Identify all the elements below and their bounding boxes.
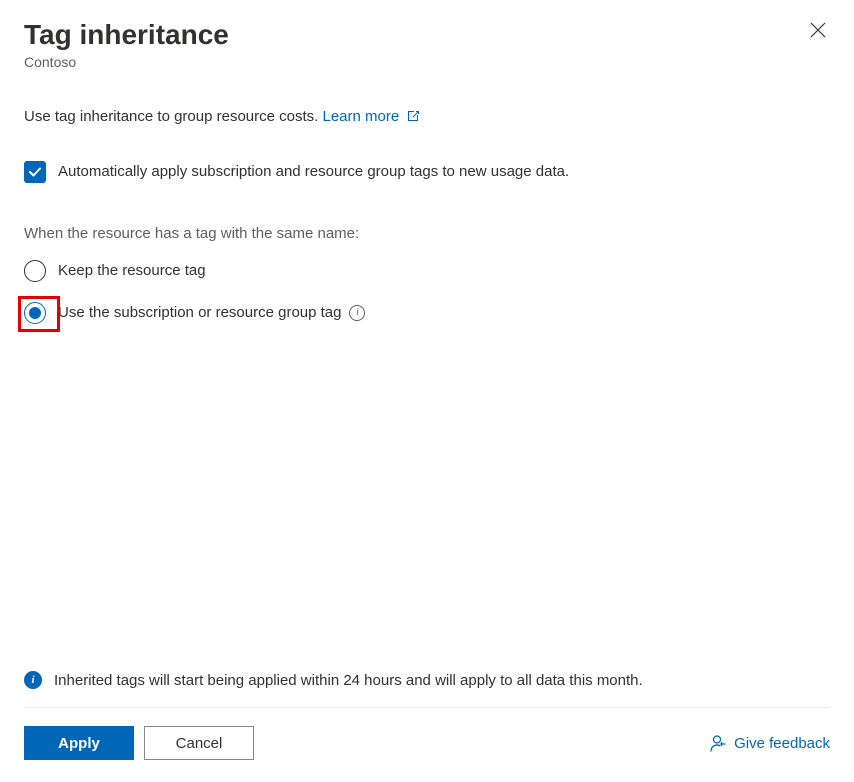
page-subtitle: Contoso	[24, 54, 229, 70]
radio-heading: When the resource has a tag with the sam…	[24, 225, 830, 242]
radio-option-use-subscription[interactable]: Use the subscription or resource group t…	[24, 302, 830, 324]
external-link-icon	[405, 108, 421, 124]
page-title: Tag inheritance	[24, 18, 229, 52]
close-icon	[810, 22, 826, 38]
description-text: Use tag inheritance to group resource co…	[24, 108, 830, 125]
info-circle-icon: i	[24, 671, 42, 689]
info-bar: i Inherited tags will start being applie…	[24, 661, 830, 699]
auto-apply-checkbox-row[interactable]: Automatically apply subscription and res…	[24, 161, 830, 183]
radio-option-keep[interactable]: Keep the resource tag	[24, 260, 830, 282]
divider	[24, 707, 830, 708]
learn-more-link[interactable]: Learn more	[323, 108, 422, 125]
apply-button[interactable]: Apply	[24, 726, 134, 760]
radio-use-circle[interactable]	[24, 302, 46, 324]
auto-apply-checkbox[interactable]	[24, 161, 46, 183]
give-feedback-link[interactable]: Give feedback	[708, 734, 830, 752]
cancel-button[interactable]: Cancel	[144, 726, 254, 760]
radio-use-label: Use the subscription or resource group t…	[58, 304, 365, 321]
feedback-icon	[708, 734, 726, 752]
info-icon[interactable]: i	[349, 305, 365, 321]
close-button[interactable]	[806, 18, 830, 45]
auto-apply-label: Automatically apply subscription and res…	[58, 163, 569, 180]
radio-keep-label: Keep the resource tag	[58, 262, 206, 279]
radio-selected-dot	[29, 307, 41, 319]
checkmark-icon	[28, 165, 42, 179]
info-bar-text: Inherited tags will start being applied …	[54, 672, 643, 689]
radio-keep-circle[interactable]	[24, 260, 46, 282]
